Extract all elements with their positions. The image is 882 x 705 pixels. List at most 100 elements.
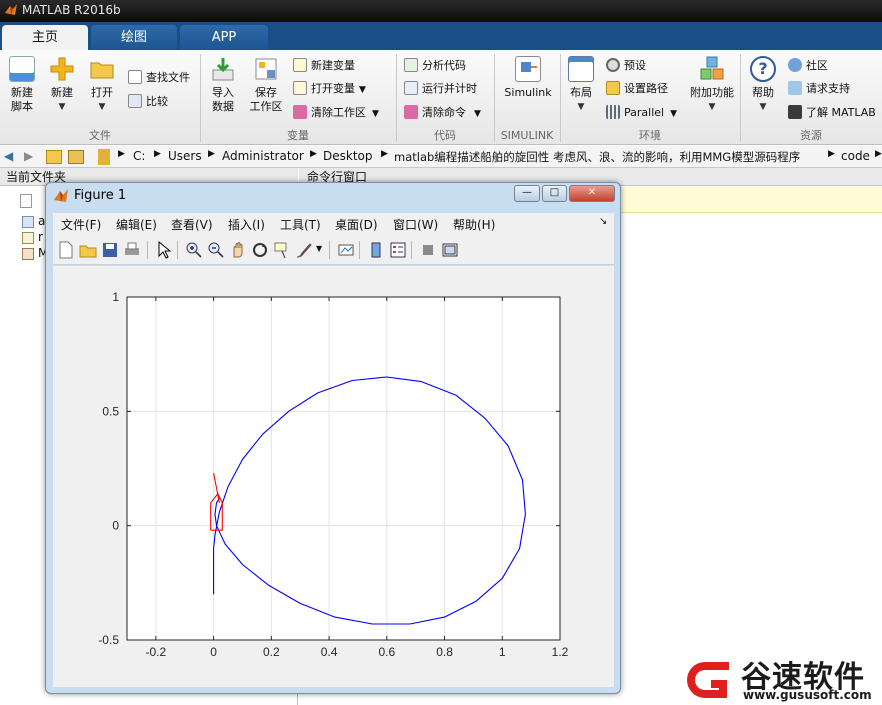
print-icon[interactable] [123, 241, 141, 259]
chevron-down-icon: ▼ [577, 102, 585, 112]
folder-icon [98, 149, 110, 165]
new-button[interactable]: 新建 ▼ [44, 56, 80, 114]
link-plot-icon[interactable] [337, 241, 355, 259]
help-button[interactable]: ? 帮助 ▼ [746, 56, 780, 114]
close-button[interactable]: ✕ [569, 185, 615, 202]
minimize-button[interactable]: — [514, 185, 540, 202]
save-workspace-icon [253, 56, 279, 82]
legend-icon[interactable] [389, 241, 407, 259]
chevron-right-icon: ▶ [875, 149, 882, 159]
data-cursor-icon[interactable] [273, 241, 291, 259]
tab-apps[interactable]: APP [180, 25, 268, 50]
open-file-icon[interactable] [79, 241, 97, 259]
layout-button[interactable]: 布局 ▼ [566, 56, 596, 114]
toolbar-divider [329, 241, 330, 259]
open-button[interactable]: 打开 ▼ [84, 56, 120, 114]
group-label-environment: 环境 [639, 129, 661, 142]
set-path-button[interactable]: 设置路径 [606, 81, 668, 99]
new-script-button[interactable]: 新建 脚本 [4, 56, 40, 114]
cursor-arrow-icon[interactable] [155, 241, 173, 259]
axes-background[interactable] [127, 297, 560, 640]
figure-menu-bar: 文件(F) 编辑(E) 查看(V) 插入(I) 工具(T) 桌面(D) 窗口(W… [53, 213, 614, 235]
menu-window[interactable]: 窗口(W) [393, 216, 438, 233]
brush-icon[interactable] [295, 241, 313, 259]
file-icon[interactable] [22, 216, 34, 228]
menu-tools[interactable]: 工具(T) [280, 216, 321, 233]
parallel-button[interactable]: Parallel ▼ [606, 105, 677, 123]
import-data-label: 导入 数据 [212, 86, 234, 113]
menu-insert[interactable]: 插入(I) [228, 216, 265, 233]
zoom-in-icon[interactable] [185, 241, 203, 259]
chevron-right-icon: ▶ [828, 149, 835, 159]
matlab-logo-icon [5, 4, 17, 15]
layout-icon [568, 56, 594, 82]
set-path-label: 设置路径 [624, 82, 668, 95]
file-icon[interactable] [22, 232, 34, 244]
file-icon [20, 194, 32, 208]
tab-home[interactable]: 主页 [2, 25, 88, 50]
x-tick-label: -0.2 [146, 645, 167, 659]
zoom-out-icon[interactable] [207, 241, 225, 259]
clear-commands-button[interactable]: 清除命令 ▼ [404, 105, 481, 123]
chevron-down-icon[interactable]: ▼ [316, 244, 322, 253]
save-icon[interactable] [101, 241, 119, 259]
file-item[interactable]: r [38, 230, 43, 244]
hide-plot-tools-icon[interactable] [419, 241, 437, 259]
colorbar-icon[interactable] [367, 241, 385, 259]
figure-canvas[interactable]: -0.2 0 0.2 0.4 0.6 0.8 1 1.2 -0.5 0 0.5 1 [53, 266, 614, 687]
path-segment[interactable]: Users [168, 149, 202, 163]
add-ons-label: 附加功能 [690, 86, 734, 99]
menu-view[interactable]: 查看(V) [171, 216, 213, 233]
chevron-down-icon: ▼ [708, 102, 716, 112]
preferences-label: 预设 [624, 59, 646, 72]
file-icon[interactable] [22, 248, 34, 260]
new-variable-icon [293, 58, 307, 72]
open-variable-icon [293, 81, 307, 95]
analyze-code-button[interactable]: 分析代码 [404, 58, 466, 76]
open-variable-button[interactable]: 打开变量 ▼ [293, 81, 366, 99]
help-label: 帮助 [752, 86, 774, 99]
menu-desktop[interactable]: 桌面(D) [335, 216, 378, 233]
add-ons-button[interactable]: 附加功能 ▼ [686, 56, 738, 114]
community-button[interactable]: 社区 [788, 58, 828, 76]
save-workspace-button[interactable]: 保存 工作区 [246, 56, 286, 114]
path-segment[interactable]: code [841, 149, 870, 163]
compare-button[interactable]: 比较 [128, 94, 168, 112]
rotate-3d-icon[interactable] [251, 241, 269, 259]
path-segment[interactable]: Administrator [222, 149, 304, 163]
path-segment[interactable]: Desktop [323, 149, 373, 163]
plot-svg[interactable]: -0.2 0 0.2 0.4 0.6 0.8 1 1.2 -0.5 0 0.5 1 [53, 266, 614, 687]
path-segment[interactable]: C: [133, 149, 145, 163]
find-files-button[interactable]: 查找文件 [128, 70, 190, 88]
figure-window[interactable]: Figure 1 — □ ✕ 文件(F) 编辑(E) 查看(V) 插入(I) 工… [45, 182, 621, 694]
new-figure-icon[interactable] [57, 241, 75, 259]
chevron-right-icon: ▶ [154, 149, 161, 159]
request-support-button[interactable]: 请求支持 [788, 81, 850, 99]
menu-edit[interactable]: 编辑(E) [116, 216, 157, 233]
group-label-variable: 变量 [287, 129, 309, 142]
new-variable-button[interactable]: 新建变量 [293, 58, 355, 76]
run-and-time-button[interactable]: 运行并计时 [404, 81, 477, 99]
pan-hand-icon[interactable] [229, 241, 247, 259]
clear-workspace-button[interactable]: 清除工作区 ▼ [293, 105, 379, 123]
menu-help[interactable]: 帮助(H) [453, 216, 495, 233]
menu-file[interactable]: 文件(F) [61, 216, 101, 233]
preferences-button[interactable]: 预设 [606, 58, 646, 76]
simulink-button[interactable]: Simulink [500, 56, 556, 100]
tab-plots[interactable]: 绘图 [91, 25, 177, 50]
up-folder-icon[interactable] [46, 150, 62, 164]
x-tick-label: 0.6 [378, 645, 395, 659]
path-segment[interactable]: matlab编程描述船舶的旋回性 考虑风、浪、流的影响，利用MMG模型源码程序 [394, 149, 800, 165]
forward-arrow-icon[interactable]: ▶ [24, 149, 33, 163]
dock-arrow-icon[interactable]: ↘ [599, 216, 607, 227]
figure-title: Figure 1 [74, 188, 127, 203]
browse-folder-icon[interactable] [68, 150, 84, 164]
chevron-down-icon: ▼ [98, 102, 106, 112]
maximize-button[interactable]: □ [542, 185, 567, 202]
learn-matlab-button[interactable]: 了解 MATLAB [788, 105, 876, 123]
app-title-bar: MATLAB R2016b [0, 0, 882, 22]
import-data-button[interactable]: 导入 数据 [206, 56, 240, 114]
show-plot-tools-icon[interactable] [441, 241, 459, 259]
back-arrow-icon[interactable]: ◀ [4, 149, 13, 163]
x-tick-label: 1.2 [552, 645, 569, 659]
